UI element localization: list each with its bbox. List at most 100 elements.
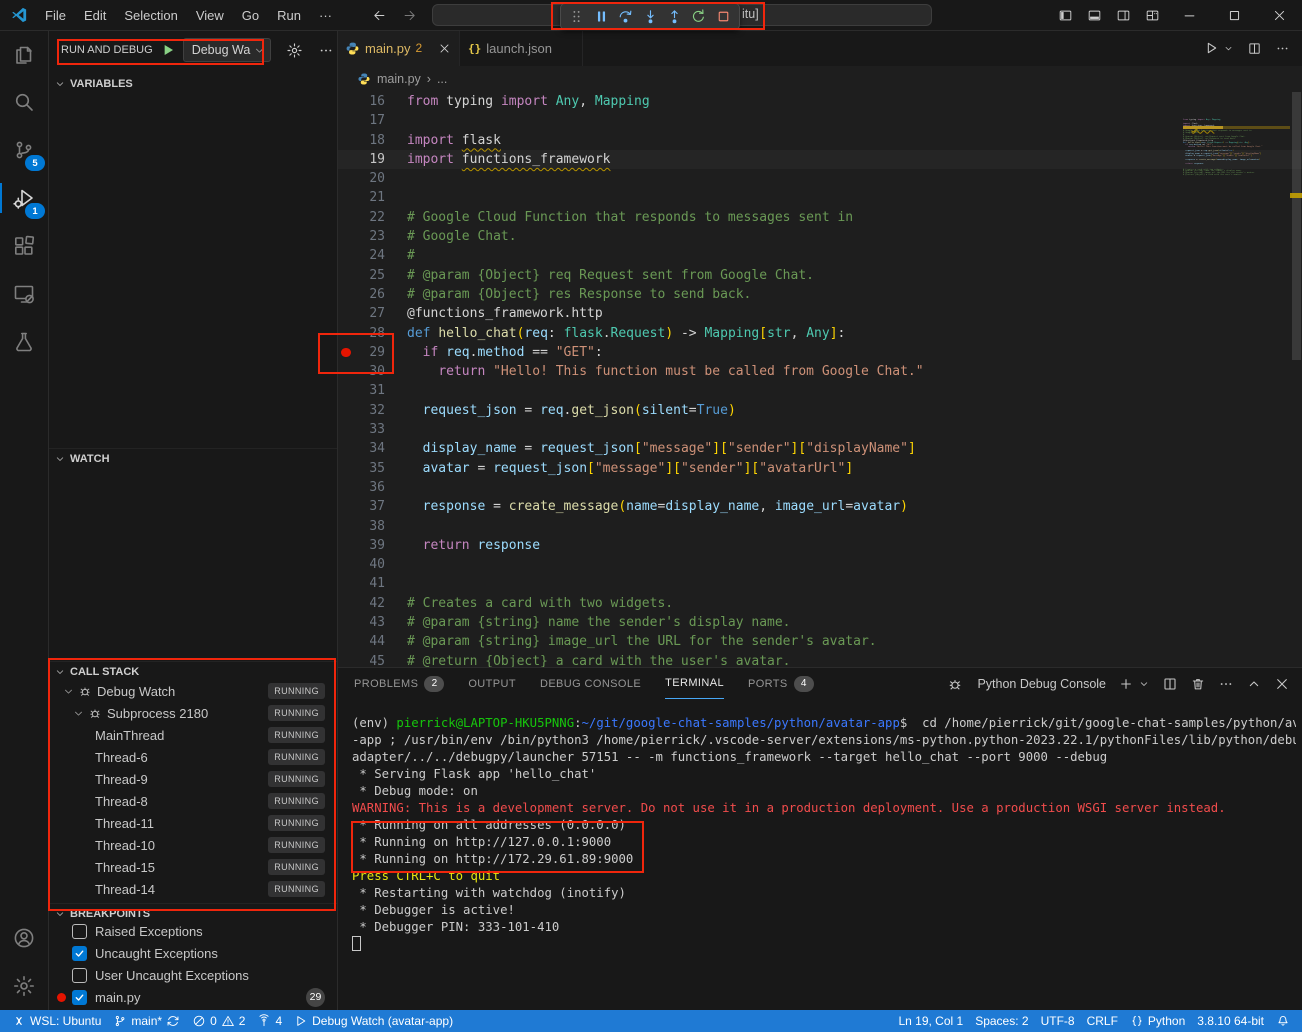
go-forward-icon[interactable] (402, 8, 417, 23)
activity-testing[interactable] (0, 318, 48, 366)
pause-icon[interactable] (593, 8, 610, 25)
status-debug-status[interactable]: Debug Watch (avatar-app) (288, 1010, 459, 1032)
kill-terminal-icon[interactable] (1190, 676, 1206, 692)
minimap[interactable]: from typing import Any, Mapping import f… (1183, 92, 1290, 667)
breakpoint-item[interactable]: Raised Exceptions (48, 920, 337, 942)
minimize-button[interactable] (1167, 0, 1212, 30)
breakpoint-item[interactable]: main.py29 (48, 986, 337, 1008)
gutter-breakpoint-zone[interactable] (337, 632, 355, 651)
call-stack-item[interactable]: Thread-9RUNNING (48, 768, 337, 790)
panel-tab-ports[interactable]: PORTS4 (748, 668, 814, 699)
layout-sidebar-left-button[interactable] (1051, 0, 1080, 30)
call-stack-item[interactable]: Debug WatchRUNNING (48, 680, 337, 702)
breadcrumb-item[interactable]: main.py (377, 72, 421, 86)
gutter-breakpoint-zone[interactable] (337, 574, 355, 593)
menu-view[interactable]: View (187, 1, 233, 30)
gutter-breakpoint-zone[interactable] (337, 478, 355, 497)
terminal-instance-label[interactable]: Python Debug Console (977, 677, 1106, 691)
gutter-breakpoint-zone[interactable] (337, 111, 355, 130)
tab-launch-json[interactable]: {}launch.json (460, 30, 583, 66)
close-panel-icon[interactable] (1274, 676, 1290, 692)
gutter-breakpoint-zone[interactable] (337, 343, 355, 362)
call-stack-section-header[interactable]: CALL STACK (48, 661, 337, 682)
breakpoint-checkbox[interactable] (72, 946, 87, 961)
gutter-breakpoint-zone[interactable] (337, 536, 355, 555)
status-git-branch[interactable]: main* (107, 1010, 186, 1032)
gutter-breakpoint-zone[interactable] (337, 381, 355, 400)
go-back-icon[interactable] (372, 8, 387, 23)
gutter-breakpoint-zone[interactable] (337, 208, 355, 227)
breakpoint-checkbox[interactable] (72, 924, 87, 939)
breakpoint-item[interactable]: User Uncaught Exceptions (48, 964, 337, 986)
gutter-breakpoint-zone[interactable] (337, 439, 355, 458)
call-stack-item[interactable]: Thread-8RUNNING (48, 790, 337, 812)
activity-explorer[interactable] (0, 30, 48, 78)
menu-file[interactable]: File (36, 1, 75, 30)
call-stack-item[interactable]: Thread-6RUNNING (48, 746, 337, 768)
call-stack-item[interactable]: Thread-10RUNNING (48, 834, 337, 856)
gutter-breakpoint-zone[interactable] (337, 652, 355, 667)
status-problems-summary[interactable]: 02 (186, 1010, 251, 1032)
status-cursor-position[interactable]: Ln 19, Col 1 (892, 1010, 969, 1032)
gutter-breakpoint-zone[interactable] (337, 555, 355, 574)
step-out-icon[interactable] (666, 8, 683, 25)
gutter-breakpoint-zone[interactable] (337, 246, 355, 265)
watch-section-header[interactable]: WATCH (48, 448, 337, 469)
menu-selection[interactable]: Selection (115, 1, 186, 30)
breakpoint-checkbox[interactable] (72, 990, 87, 1005)
terminal[interactable]: (env) pierrick@LAPTOP-HKU5PNNG:~/git/goo… (352, 698, 1296, 1010)
gutter-breakpoint-zone[interactable] (337, 362, 355, 381)
gutter-breakpoint-zone[interactable] (337, 285, 355, 304)
activity-remote-explorer[interactable] (0, 270, 48, 318)
menu-moremoremore[interactable]: ··· (310, 1, 341, 30)
activity-settings[interactable] (0, 962, 48, 1010)
run-dropdown-chevron-icon[interactable] (1223, 43, 1234, 54)
layout-panel-button[interactable] (1080, 0, 1109, 30)
gripper-icon[interactable] (568, 8, 585, 25)
breakpoint-checkbox[interactable] (72, 968, 87, 983)
run-python-file-icon[interactable] (1203, 40, 1219, 56)
close-tab-icon[interactable] (438, 42, 451, 55)
split-editor-icon[interactable] (1247, 41, 1262, 56)
tab-main-py[interactable]: main.py2 (337, 30, 460, 66)
gutter-breakpoint-zone[interactable] (337, 92, 355, 111)
restart-icon[interactable] (690, 8, 707, 25)
panel-tab-terminal[interactable]: TERMINAL (665, 668, 724, 699)
gutter-breakpoint-zone[interactable] (337, 188, 355, 207)
status-language-mode[interactable]: Python (1124, 1010, 1191, 1032)
layout-sidebar-right-button[interactable] (1109, 0, 1138, 30)
activity-extensions[interactable] (0, 222, 48, 270)
status-indentation[interactable]: Spaces: 2 (969, 1010, 1034, 1032)
gutter-breakpoint-zone[interactable] (337, 169, 355, 188)
breakpoint-item[interactable]: Uncaught Exceptions (48, 942, 337, 964)
status-encoding[interactable]: UTF-8 (1035, 1010, 1081, 1032)
gutter-breakpoint-zone[interactable] (337, 517, 355, 536)
activity-source-control[interactable]: 5 (0, 126, 48, 174)
gutter-breakpoint-zone[interactable] (337, 266, 355, 285)
activity-accounts[interactable] (0, 914, 48, 962)
more-actions-icon[interactable] (1275, 41, 1290, 56)
call-stack-item[interactable]: Thread-15RUNNING (48, 856, 337, 878)
status-remote-indicator[interactable]: WSL: Ubuntu (6, 1010, 107, 1032)
status-python-interpreter[interactable]: 3.8.10 64-bit (1191, 1010, 1270, 1032)
gutter-breakpoint-zone[interactable] (337, 497, 355, 516)
maximize-panel-icon[interactable] (1246, 676, 1262, 692)
start-debug-icon[interactable] (160, 42, 176, 58)
panel-tab-debug-console[interactable]: DEBUG CONSOLE (540, 668, 641, 699)
status-notifications[interactable] (1270, 1010, 1296, 1032)
step-into-icon[interactable] (642, 8, 659, 25)
close-button[interactable] (1257, 0, 1302, 30)
call-stack-item[interactable]: MainThreadRUNNING (48, 724, 337, 746)
gutter-breakpoint-zone[interactable] (337, 324, 355, 343)
gutter-breakpoint-zone[interactable] (337, 594, 355, 613)
panel-tab-problems[interactable]: PROBLEMS2 (354, 668, 444, 699)
gutter-breakpoint-zone[interactable] (337, 150, 355, 169)
layout-customize-button[interactable] (1138, 0, 1167, 30)
variables-section-header[interactable]: VARIABLES (48, 74, 337, 94)
chevron-down-icon[interactable] (1138, 678, 1150, 690)
call-stack-item[interactable]: Thread-14RUNNING (48, 878, 337, 900)
maximize-button[interactable] (1212, 0, 1257, 30)
editor-scrollbar[interactable] (1290, 92, 1302, 667)
call-stack-item[interactable]: Thread-11RUNNING (48, 812, 337, 834)
code-editor[interactable]: 16from typing import Any, Mapping1718imp… (337, 92, 1302, 667)
